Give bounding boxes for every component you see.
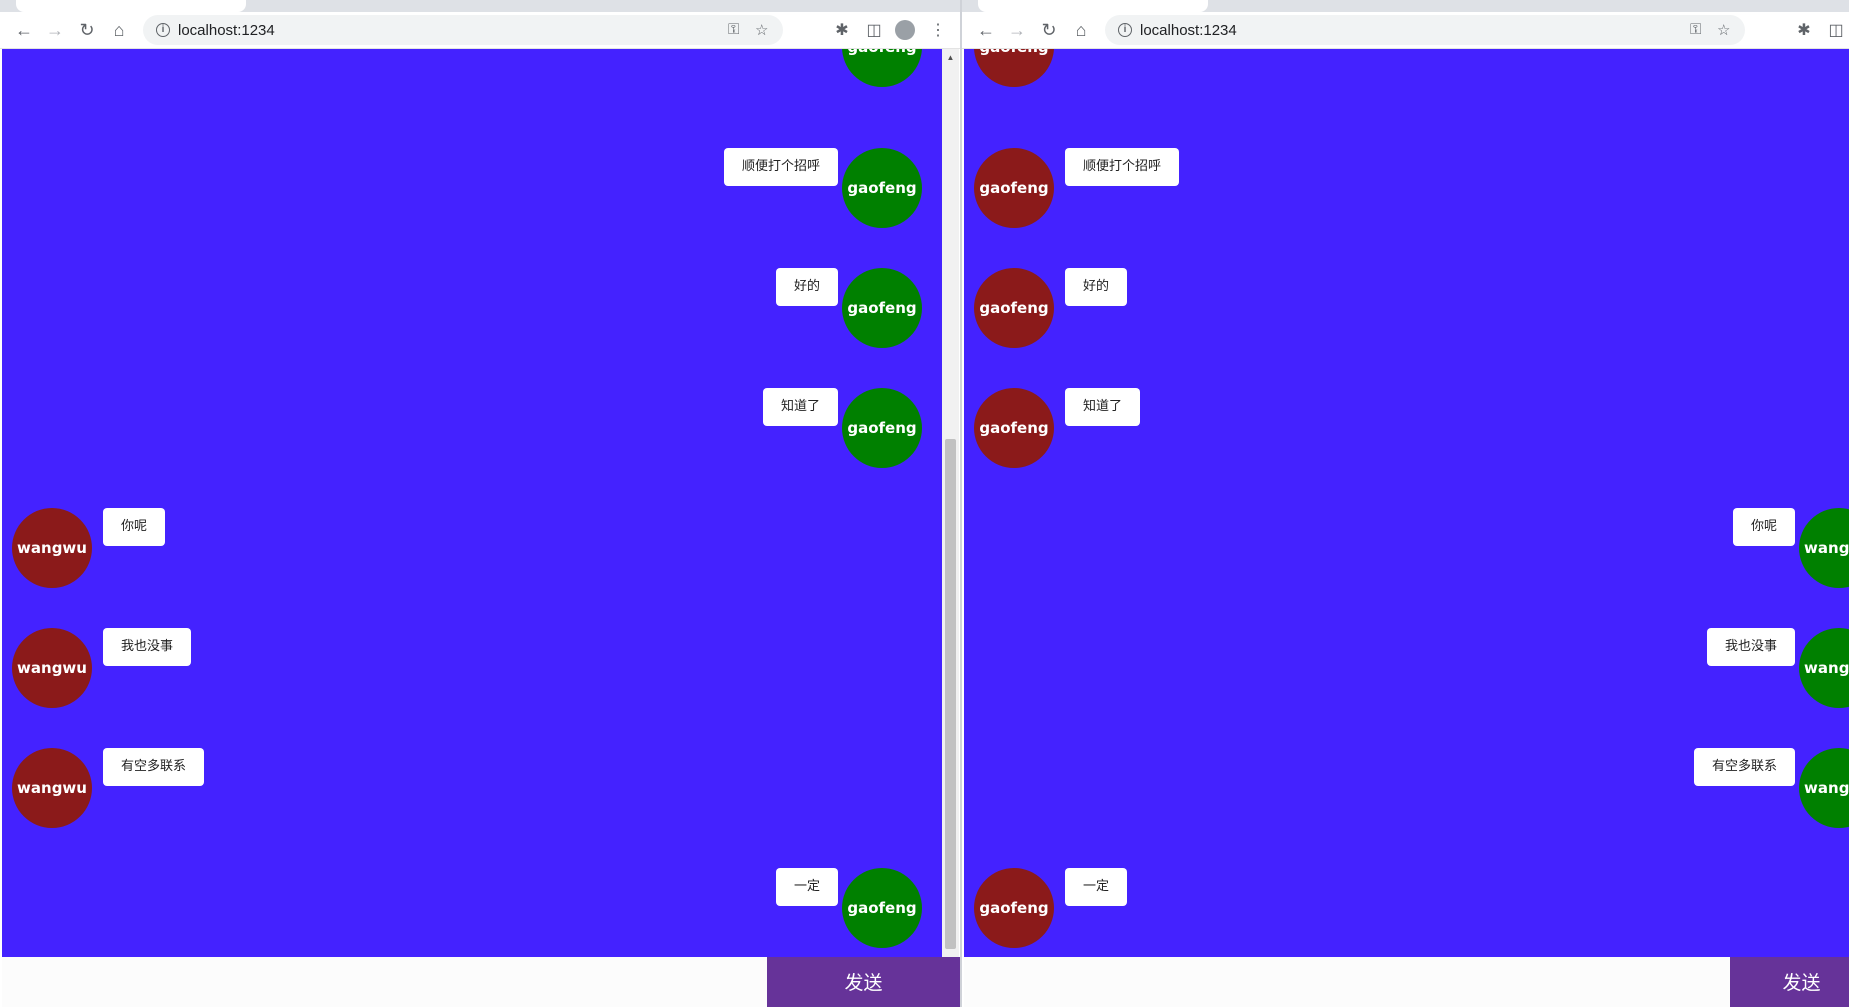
message-bubble: 顺便打个招呼 <box>1065 148 1180 186</box>
forward-icon[interactable]: → <box>42 17 68 43</box>
message-bubble: 一定 <box>775 868 838 906</box>
avatar: wangwu <box>1799 508 1849 588</box>
message-bubble: 顺便打个招呼 <box>723 148 838 186</box>
browser-tab[interactable] <box>978 0 1208 12</box>
tab-strip <box>962 0 1849 12</box>
site-info-icon[interactable]: i <box>1118 23 1132 37</box>
message-row: wangwu 你呢 <box>2 508 942 588</box>
send-button[interactable]: 发送 <box>1730 957 1849 1007</box>
avatar: gaofeng <box>842 49 922 87</box>
site-info-icon[interactable]: i <box>156 23 170 37</box>
message-row: gaofeng 线 <box>964 49 1849 87</box>
tab-strip <box>0 0 960 12</box>
password-key-icon[interactable]: ⚿ <box>728 21 739 38</box>
forward-icon[interactable]: → <box>1004 17 1030 43</box>
message-bubble: 一定 <box>1065 868 1128 906</box>
message-row: 好的 gaofeng <box>2 268 942 348</box>
scroll-up-icon[interactable]: ▲ <box>942 53 959 62</box>
browser-toolbar: ← → ↻ ⌂ i localhost:1234 ⚿ ☆ ✱ ◫ <box>962 12 1849 49</box>
avatar: wangwu <box>12 628 92 708</box>
message-row: gaofeng 好的 <box>964 268 1849 348</box>
message-row: gaofeng 一定 <box>964 868 1849 948</box>
message-input[interactable] <box>964 957 1733 1007</box>
address-bar[interactable]: i localhost:1234 ⚿ ☆ <box>143 15 783 45</box>
avatar: gaofeng <box>974 268 1054 348</box>
message-row: wangwu 我也没事 <box>2 628 942 708</box>
avatar: gaofeng <box>842 868 922 948</box>
url-text: localhost:1234 <box>1140 22 1237 39</box>
avatar: wangwu <box>12 508 92 588</box>
address-bar[interactable]: i localhost:1234 ⚿ ☆ <box>1105 15 1745 45</box>
input-bar: 发送 <box>2 957 960 1007</box>
message-bubble: 知道了 <box>762 388 838 426</box>
star-icon[interactable]: ☆ <box>755 21 768 39</box>
avatar: gaofeng <box>974 49 1054 87</box>
message-row: gaofeng 顺便打个招呼 <box>964 148 1849 228</box>
browser-tab[interactable] <box>16 0 246 12</box>
message-row: gaofeng 知道了 <box>964 388 1849 468</box>
chat-area: 线 gaofeng 顺便打个招呼 gaofeng 好的 gaofeng 知道了 … <box>2 49 942 957</box>
url-text: localhost:1234 <box>178 22 275 39</box>
scroll-thumb[interactable] <box>945 439 956 949</box>
avatar: gaofeng <box>842 268 922 348</box>
input-bar: 发送 <box>964 957 1849 1007</box>
star-icon[interactable]: ☆ <box>1717 21 1730 39</box>
message-bubble: 有空多联系 <box>103 748 205 786</box>
message-row: 我也没事 wangwu <box>964 628 1849 708</box>
message-row: wangwu 有空多联系 <box>2 748 942 828</box>
avatar: gaofeng <box>842 388 922 468</box>
send-button[interactable]: 发送 <box>767 957 960 1007</box>
back-icon[interactable]: ← <box>11 17 37 43</box>
message-row: 线 gaofeng <box>2 49 942 87</box>
message-row: 你呢 wangwu <box>964 508 1849 588</box>
avatar: gaofeng <box>842 148 922 228</box>
avatar: gaofeng <box>974 388 1054 468</box>
browser-window-right: ← → ↻ ⌂ i localhost:1234 ⚿ ☆ ✱ ◫ gaofeng… <box>962 0 1849 1007</box>
chat-scrollbar[interactable]: ▲ <box>942 49 959 957</box>
home-icon[interactable]: ⌂ <box>106 17 132 43</box>
avatar: gaofeng <box>974 868 1054 948</box>
message-bubble: 我也没事 <box>103 628 192 666</box>
extensions-icon[interactable]: ✱ <box>829 17 855 43</box>
message-bubble: 好的 <box>775 268 838 306</box>
browser-window-left: ← → ↻ ⌂ i localhost:1234 ⚿ ☆ ✱ ◫ ⋮ 线 gao… <box>0 0 960 1007</box>
avatar: gaofeng <box>974 148 1054 228</box>
message-bubble: 有空多联系 <box>1693 748 1795 786</box>
profile-icon[interactable] <box>895 20 915 40</box>
reload-icon[interactable]: ↻ <box>74 17 100 43</box>
message-bubble: 知道了 <box>1065 388 1141 426</box>
message-bubble: 你呢 <box>103 508 166 546</box>
reload-icon[interactable]: ↻ <box>1036 17 1062 43</box>
chat-area: gaofeng 线 gaofeng 顺便打个招呼 gaofeng 好的 gaof… <box>964 49 1849 957</box>
avatar: wangwu <box>1799 628 1849 708</box>
avatar: wangwu <box>1799 748 1849 828</box>
message-row: 有空多联系 wangwu <box>964 748 1849 828</box>
message-input[interactable] <box>2 957 771 1007</box>
home-icon[interactable]: ⌂ <box>1068 17 1094 43</box>
side-panel-icon[interactable]: ◫ <box>861 17 887 43</box>
side-panel-icon[interactable]: ◫ <box>1823 17 1849 43</box>
message-row: 顺便打个招呼 gaofeng <box>2 148 942 228</box>
message-bubble: 好的 <box>1065 268 1128 306</box>
extensions-icon[interactable]: ✱ <box>1791 17 1817 43</box>
message-bubble: 你呢 <box>1732 508 1795 546</box>
avatar: wangwu <box>12 748 92 828</box>
password-key-icon[interactable]: ⚿ <box>1690 21 1701 38</box>
message-bubble: 我也没事 <box>1706 628 1795 666</box>
message-row: 知道了 gaofeng <box>2 388 942 468</box>
back-icon[interactable]: ← <box>973 17 999 43</box>
message-row: 一定 gaofeng <box>2 868 942 948</box>
menu-icon[interactable]: ⋮ <box>925 17 951 43</box>
browser-toolbar: ← → ↻ ⌂ i localhost:1234 ⚿ ☆ ✱ ◫ ⋮ <box>0 12 960 49</box>
